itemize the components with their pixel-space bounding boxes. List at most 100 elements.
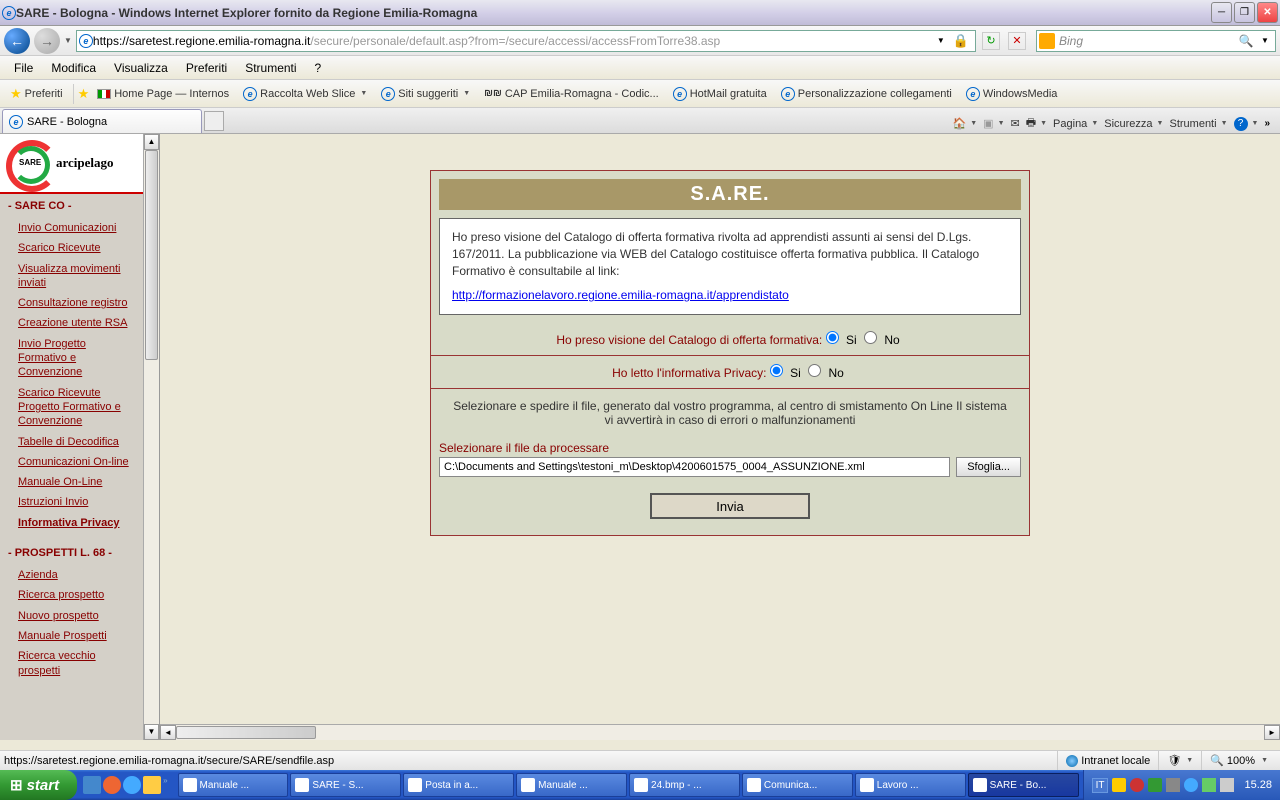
sidebar-link[interactable]: Scarico Ricevute Progetto Formativo e Co… (18, 383, 135, 432)
menu-edit[interactable]: Modifica (43, 58, 104, 78)
search-dropdown[interactable]: ▼ (1257, 36, 1273, 45)
scroll-up-button[interactable]: ▲ (144, 134, 159, 150)
tab-active[interactable]: e SARE - Bologna (2, 109, 202, 133)
menu-help[interactable]: ? (307, 58, 330, 78)
language-indicator[interactable]: IT (1092, 778, 1109, 793)
print-button[interactable]: 🖶▼ (1026, 114, 1047, 133)
fav-link-suggested[interactable]: eSiti suggeriti▼ (375, 85, 476, 103)
sidebar-link[interactable]: Creazione utente RSA (18, 313, 135, 333)
clock[interactable]: 15.28 (1238, 779, 1272, 791)
privacy-no-radio[interactable] (808, 364, 821, 377)
sidebar-link[interactable]: Invio Comunicazioni (18, 218, 135, 238)
sidebar-link[interactable]: Azienda (18, 565, 135, 585)
help-button[interactable]: ?▼ (1234, 117, 1259, 131)
tray-icon[interactable] (1166, 778, 1180, 792)
back-button[interactable]: ← (4, 28, 30, 54)
catalog-no-radio[interactable] (864, 331, 877, 344)
file-path-input[interactable] (439, 457, 950, 477)
sidebar-link[interactable]: Ricerca prospetto (18, 585, 135, 605)
ql-ie-icon[interactable] (123, 776, 141, 794)
nav-history-dropdown[interactable]: ▼ (64, 36, 72, 45)
scroll-thumb[interactable] (176, 726, 316, 739)
address-bar[interactable]: e https://saretest.regione.emilia-romagn… (76, 30, 976, 52)
maximize-button[interactable]: ❐ (1234, 2, 1255, 23)
sidebar-link[interactable]: Tabelle di Decodifica (18, 432, 135, 452)
task-item[interactable]: SARE - S... (290, 773, 401, 797)
sare-logo-icon: SARE (4, 138, 54, 188)
mail-button[interactable]: ✉ (1011, 117, 1020, 130)
refresh-button[interactable]: ↻ (982, 32, 1000, 50)
address-dropdown[interactable]: ▼ (933, 36, 949, 45)
add-favorite-icon[interactable]: ★ (78, 86, 90, 102)
task-item[interactable]: 24.bmp - ... (629, 773, 740, 797)
forward-button[interactable]: → (34, 28, 60, 54)
ql-explorer-icon[interactable] (143, 776, 161, 794)
new-tab-button[interactable] (204, 111, 224, 131)
search-box[interactable]: Bing 🔍 ▼ (1036, 30, 1276, 52)
menu-view[interactable]: Visualizza (106, 58, 176, 78)
browse-button[interactable]: Sfoglia... (956, 457, 1021, 477)
task-item[interactable]: Comunica... (742, 773, 853, 797)
tray-icon[interactable] (1112, 778, 1126, 792)
sidebar-link[interactable]: Invio Progetto Formativo e Convenzione (18, 334, 135, 383)
sidebar-link[interactable]: Visualizza movimenti inviati (18, 259, 135, 294)
menu-file[interactable]: File (6, 58, 41, 78)
rss-icon: ▣ (983, 117, 993, 130)
stop-button[interactable]: ✕ (1008, 32, 1026, 50)
zoom-level[interactable]: 🔍100%▼ (1201, 751, 1276, 770)
sidebar-link[interactable]: Nuovo prospetto (18, 606, 135, 626)
chevron-right-icon[interactable]: » (1264, 118, 1270, 129)
menu-favorites[interactable]: Preferiti (178, 58, 235, 78)
fav-link-cap[interactable]: ₪₪CAP Emilia-Romagna - Codic... (478, 86, 665, 102)
scroll-down-button[interactable]: ▼ (144, 724, 159, 740)
task-item[interactable]: Manuale ... (516, 773, 627, 797)
fav-link-home[interactable]: Home Page — Internos (91, 86, 235, 102)
home-button[interactable]: 🏠▼ (953, 117, 978, 130)
ql-desktop-icon[interactable] (83, 776, 101, 794)
fav-link-webslice[interactable]: eRaccolta Web Slice▼ (237, 85, 373, 103)
tray-icon[interactable] (1202, 778, 1216, 792)
tray-icon[interactable] (1220, 778, 1234, 792)
fav-link-hotmail[interactable]: eHotMail gratuita (667, 85, 773, 103)
menu-tools[interactable]: Strumenti (237, 58, 304, 78)
minimize-button[interactable]: ─ (1211, 2, 1232, 23)
privacy-yes-radio[interactable] (770, 364, 783, 377)
task-item[interactable]: Lavoro ... (855, 773, 966, 797)
close-button[interactable]: ✕ (1257, 2, 1278, 23)
feeds-button[interactable]: ▣▼ (983, 117, 1004, 130)
security-menu[interactable]: Sicurezza▼ (1104, 118, 1163, 130)
sidebar-link[interactable]: Consultazione registro (18, 293, 135, 313)
fav-link-personal[interactable]: ePersonalizzazione collegamenti (775, 85, 958, 103)
ql-firefox-icon[interactable] (103, 776, 121, 794)
sidebar-link-privacy[interactable]: Informativa Privacy (18, 513, 135, 533)
sidebar-link[interactable]: Istruzioni Invio (18, 492, 135, 512)
info-link[interactable]: http://formazionelavoro.regione.emilia-r… (452, 287, 789, 304)
tray-icon[interactable] (1148, 778, 1162, 792)
catalog-yes-radio[interactable] (826, 331, 839, 344)
sidebar-scrollbar[interactable]: ▲ ▼ (143, 134, 159, 740)
ql-chevron-icon[interactable]: » (163, 776, 167, 794)
fav-link-wmedia[interactable]: eWindowsMedia (960, 85, 1064, 103)
scroll-right-button[interactable]: ► (1264, 725, 1280, 740)
task-item[interactable]: Manuale ... (178, 773, 289, 797)
sidebar-link[interactable]: Manuale Prospetti (18, 626, 135, 646)
task-item[interactable]: Posta in a... (403, 773, 514, 797)
task-item-active[interactable]: SARE - Bo... (968, 773, 1079, 797)
tray-icon[interactable] (1184, 778, 1198, 792)
form-title: S.A.RE. (439, 179, 1021, 210)
sidebar-link[interactable]: Ricerca vecchio prospetti (18, 646, 135, 681)
tools-menu[interactable]: Strumenti▼ (1169, 118, 1227, 130)
scroll-thumb[interactable] (145, 150, 158, 360)
page-menu[interactable]: Pagina▼ (1053, 118, 1098, 130)
scroll-left-button[interactable]: ◄ (160, 725, 176, 740)
protected-mode[interactable]: 🛡▼ (1158, 751, 1201, 770)
sidebar-link[interactable]: Comunicazioni On-line (18, 452, 135, 472)
submit-button[interactable]: Invia (650, 493, 810, 519)
sidebar-link[interactable]: Manuale On-Line (18, 472, 135, 492)
search-button[interactable]: 🔍 (1235, 34, 1257, 48)
sidebar-link[interactable]: Scarico Ricevute (18, 238, 135, 258)
start-button[interactable]: ⊞ start (0, 770, 77, 800)
favorites-button[interactable]: ★Preferiti (4, 84, 69, 104)
horizontal-scrollbar[interactable]: ◄ ► (160, 724, 1280, 740)
tray-icon[interactable] (1130, 778, 1144, 792)
